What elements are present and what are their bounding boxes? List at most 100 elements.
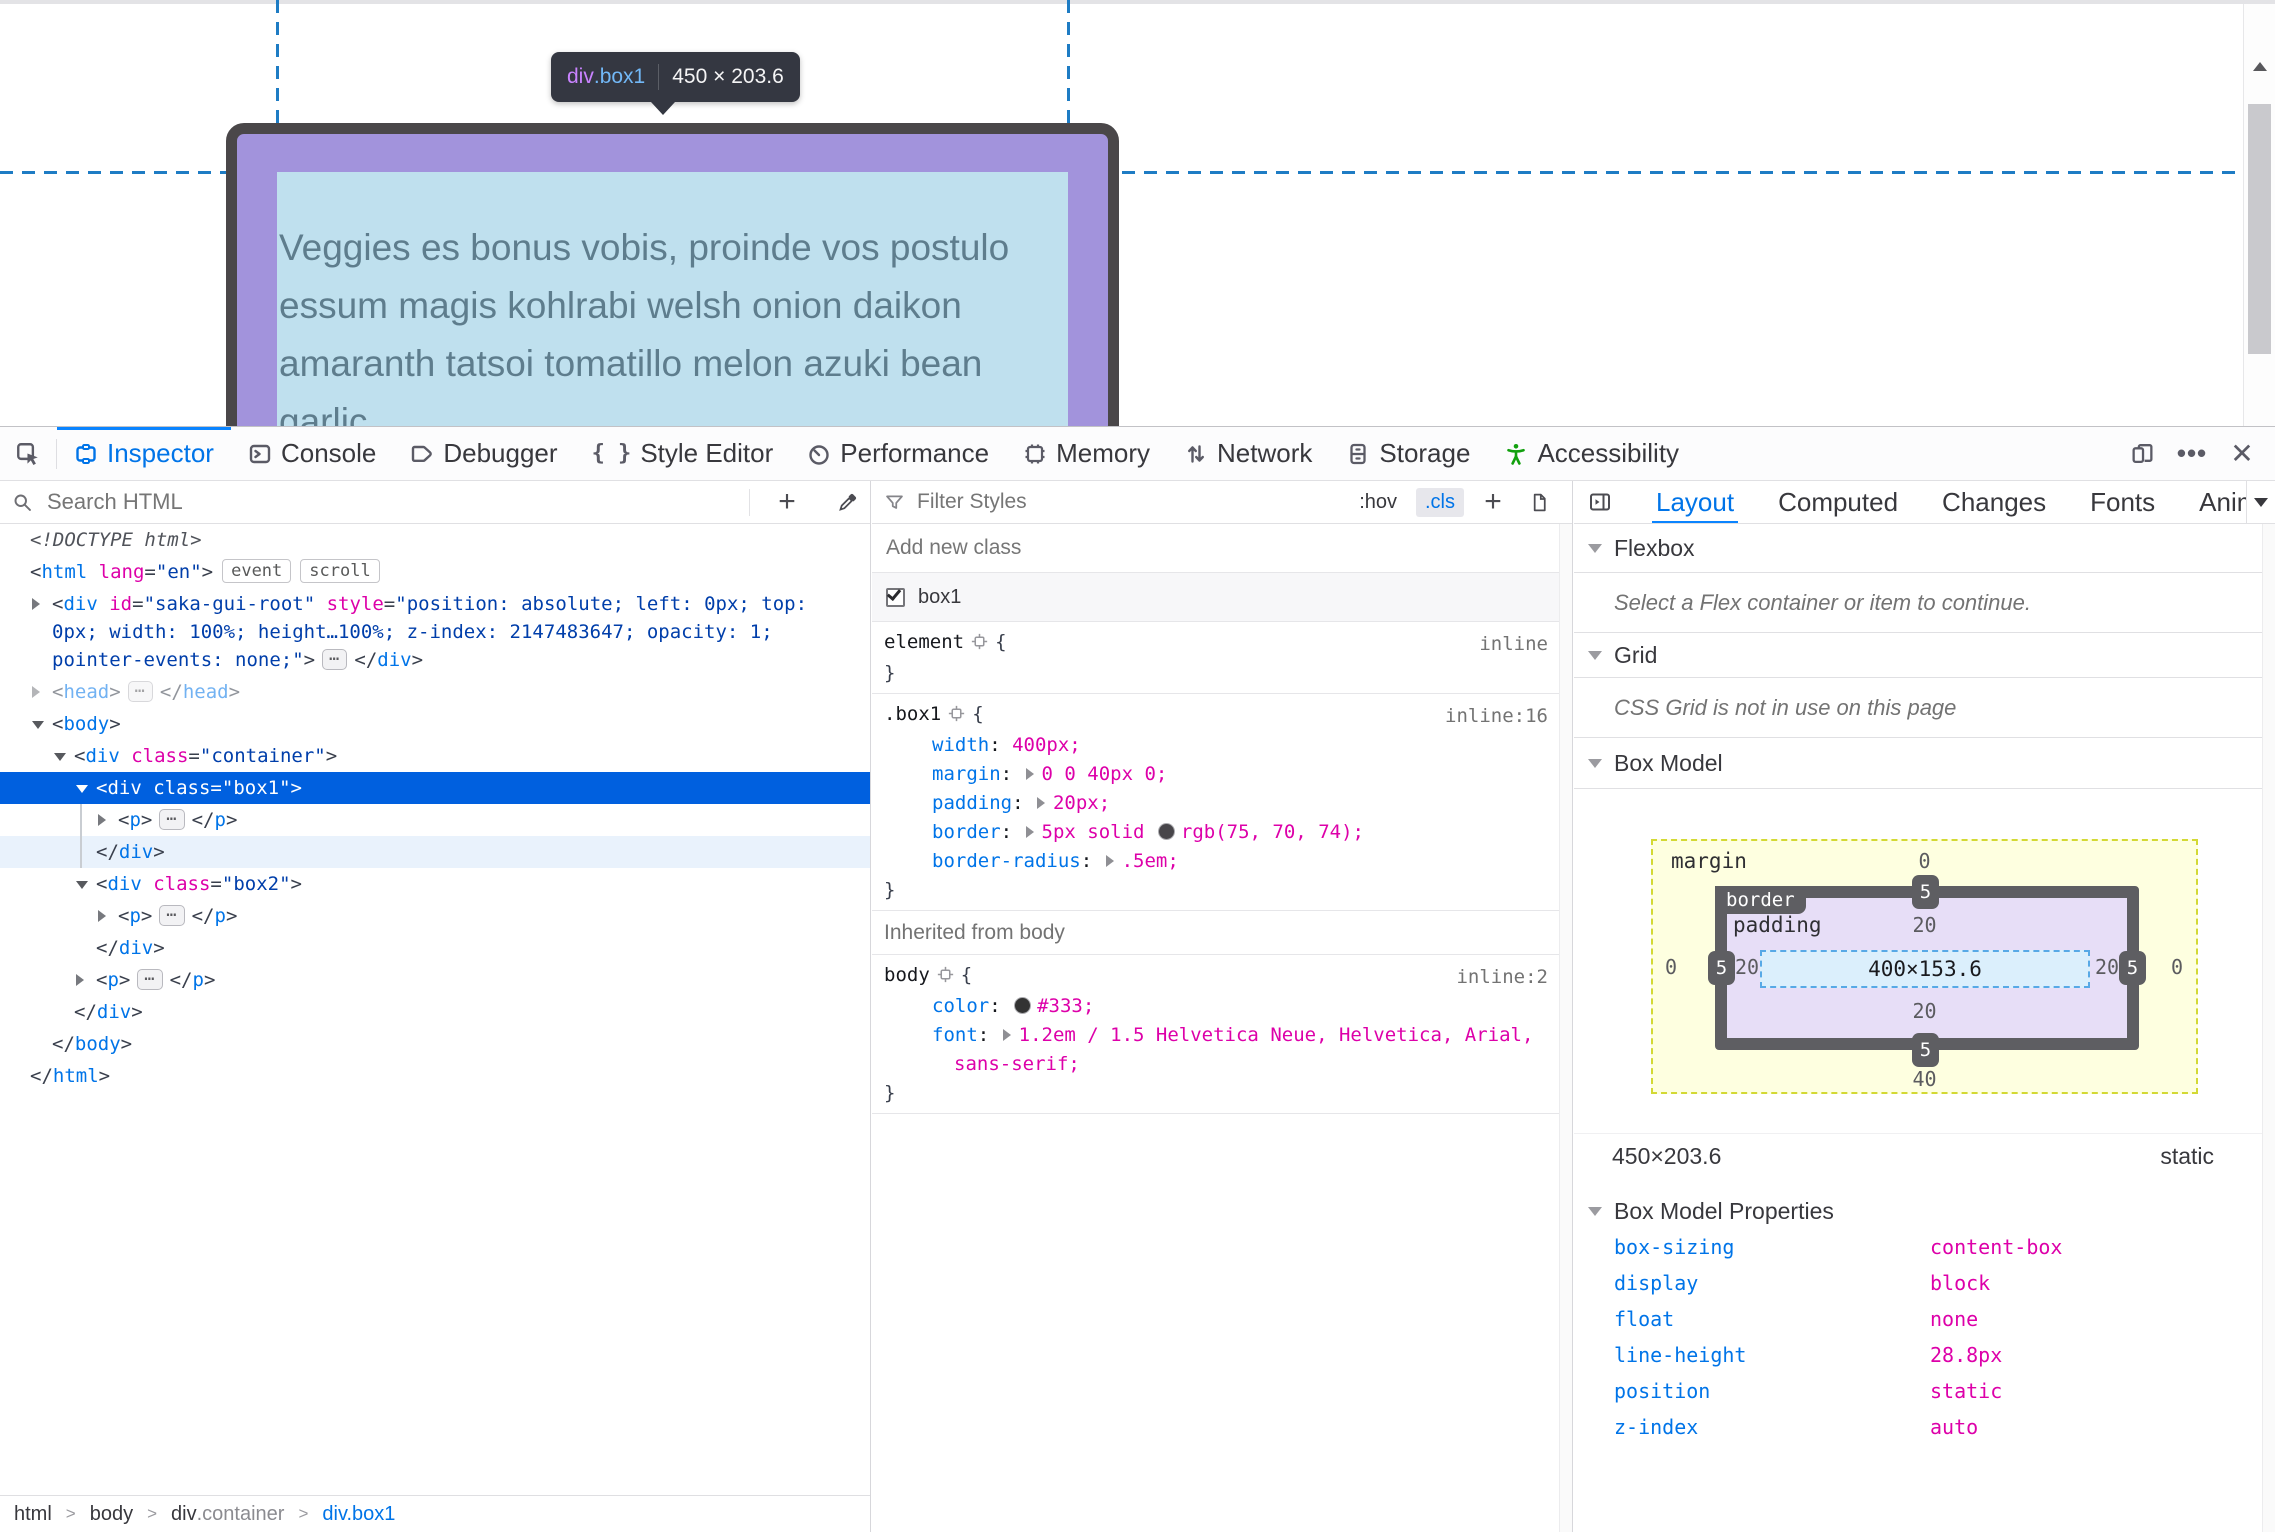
tab-network[interactable]: Network	[1167, 427, 1329, 480]
twisty-icon[interactable]	[32, 598, 40, 610]
highlight-selector-icon[interactable]	[948, 702, 965, 731]
tree-row[interactable]: <body>	[0, 708, 870, 740]
css-declaration[interactable]: font: 1.2em / 1.5 Helvetica Neue, Helvet…	[872, 1021, 1559, 1050]
breadcrumb-item[interactable]: div .container	[171, 1503, 284, 1526]
tree-row[interactable]: <div class="container">	[0, 740, 870, 772]
page-scrollbar[interactable]	[2243, 4, 2275, 426]
padding-right-value[interactable]: 20	[2095, 955, 2119, 979]
twisty-icon[interactable]	[32, 721, 44, 729]
highlight-selector-icon[interactable]	[937, 963, 954, 992]
expand-inline-button[interactable]: ⋯	[137, 969, 163, 990]
node-badge[interactable]: scroll	[300, 559, 380, 583]
box-model-margin-layer[interactable]: margin 0 0 0 40 border padding 20 20 20 …	[1651, 839, 2198, 1094]
sidebar-scrollbar-track[interactable]	[2262, 524, 2275, 1532]
margin-left-value[interactable]: 0	[1665, 955, 1677, 979]
box-model-property-row[interactable]: position static	[1574, 1373, 2262, 1409]
css-declaration[interactable]: width: 400px;	[872, 731, 1559, 760]
sidebar-tab-computed[interactable]: Computed	[1778, 481, 1898, 523]
css-declaration[interactable]: border: 5px solid rgb(75, 70, 74);	[872, 818, 1559, 847]
expand-shorthand-icon[interactable]	[1105, 855, 1114, 867]
box-model-property-row[interactable]: float none	[1574, 1301, 2262, 1337]
css-declaration[interactable]: color: #333;	[872, 992, 1559, 1021]
tree-row[interactable]: </body>	[0, 1028, 870, 1060]
tree-row-selected[interactable]: <div class="box1">	[0, 772, 870, 804]
breadcrumb-item[interactable]: div.box1	[322, 1503, 395, 1526]
tab-accessibility[interactable]: Accessibility	[1487, 427, 1696, 480]
border-bottom-value[interactable]: 5	[1912, 1033, 1939, 1067]
rule-source-link[interactable]: inline:16	[1445, 702, 1548, 731]
create-node-button[interactable]: +	[764, 485, 810, 519]
color-swatch[interactable]	[1157, 823, 1175, 840]
css-declaration[interactable]: margin: 0 0 40px 0;	[872, 760, 1559, 789]
css-declaration[interactable]: border-radius: .5em;	[872, 847, 1559, 876]
scrollbar-thumb[interactable]	[2248, 104, 2271, 354]
margin-top-value[interactable]: 0	[1653, 849, 2196, 873]
tree-row[interactable]: <p> ⋯ </p>	[0, 900, 870, 932]
tree-row[interactable]: 0px; width: 100%; height…100%; z-index: …	[0, 620, 870, 648]
rule-selector[interactable]: element	[884, 631, 964, 653]
markup-search-bar[interactable]: Search HTML +	[0, 481, 870, 524]
box-model-property-row[interactable]: display block	[1574, 1265, 2262, 1301]
rule-selector[interactable]: .box1	[884, 703, 941, 725]
twisty-icon[interactable]	[76, 785, 88, 793]
tree-row[interactable]: <p> ⋯ </p>	[0, 804, 870, 836]
tree-row[interactable]: <head> ⋯ </head>	[0, 676, 870, 708]
padding-left-value[interactable]: 20	[1735, 955, 1759, 979]
expand-shorthand-icon[interactable]	[1025, 768, 1034, 780]
expand-inline-button[interactable]: ⋯	[159, 905, 185, 926]
node-badge[interactable]: event	[222, 559, 292, 583]
tab-console[interactable]: Console	[231, 427, 393, 480]
sidebar-tab-changes[interactable]: Changes	[1942, 481, 2046, 523]
flexbox-section-header[interactable]: Flexbox	[1574, 524, 2262, 573]
grid-section-header[interactable]: Grid	[1574, 633, 2262, 678]
scroll-up-arrow-icon[interactable]	[2253, 62, 2267, 71]
tree-row[interactable]: </html>	[0, 1060, 870, 1092]
sidebar-tab-layout[interactable]: Layout	[1651, 481, 1739, 523]
twisty-icon[interactable]	[32, 686, 40, 698]
border-right-value[interactable]: 5	[2119, 951, 2146, 985]
rule-selector[interactable]: body	[884, 964, 930, 986]
close-devtools-button[interactable]: ✕	[2217, 437, 2267, 470]
expand-inline-button[interactable]: ⋯	[159, 809, 185, 830]
twisty-icon[interactable]	[54, 753, 66, 761]
filter-styles-input[interactable]: Filter Styles	[917, 490, 1027, 514]
tab-inspector[interactable]: Inspector	[57, 427, 231, 480]
twisty-icon[interactable]	[76, 974, 84, 986]
expand-sidebar-button[interactable]	[1588, 490, 1612, 514]
search-input[interactable]: Search HTML	[47, 489, 183, 515]
toggle-pseudo-classes-button[interactable]: :hov	[1352, 488, 1404, 517]
highlight-selector-icon[interactable]	[971, 630, 988, 659]
tree-row[interactable]: <!DOCTYPE html>	[0, 524, 870, 556]
tab-storage[interactable]: Storage	[1329, 427, 1487, 480]
responsive-design-mode-button[interactable]	[2117, 441, 2167, 466]
tree-row[interactable]: </div>	[0, 932, 870, 964]
tab-debugger[interactable]: Debugger	[393, 427, 574, 480]
margin-bottom-value[interactable]: 40	[1653, 1067, 2196, 1091]
tree-row[interactable]: </div>	[0, 836, 870, 868]
expand-shorthand-icon[interactable]	[1025, 826, 1034, 838]
add-class-row[interactable]: Add new class	[872, 524, 1559, 573]
tree-row[interactable]: <html lang="en"> event scroll	[0, 556, 870, 588]
box-model-section-header[interactable]: Box Model	[1574, 738, 2262, 789]
add-rule-button[interactable]: +	[1476, 485, 1510, 519]
breadcrumb-item[interactable]: html	[14, 1503, 52, 1526]
padding-bottom-value[interactable]: 20	[1653, 999, 2196, 1023]
css-declaration[interactable]: padding: 20px;	[872, 789, 1559, 818]
expand-shorthand-icon[interactable]	[1036, 797, 1045, 809]
border-left-value[interactable]: 5	[1708, 951, 1735, 985]
tab-style-editor[interactable]: { } Style Editor	[575, 427, 791, 480]
color-swatch[interactable]	[1014, 997, 1032, 1014]
twisty-icon[interactable]	[76, 881, 88, 889]
sidebar-tab-fonts[interactable]: Fonts	[2090, 481, 2155, 523]
expand-inline-button[interactable]: ⋯	[322, 649, 348, 670]
box-model-property-row[interactable]: box-sizing content-box	[1574, 1229, 2262, 1265]
pick-element-button[interactable]	[0, 427, 56, 480]
rules-scrollbar-track[interactable]	[1559, 524, 1572, 1532]
twisty-icon[interactable]	[98, 910, 106, 922]
tree-row[interactable]: <div class="box2">	[0, 868, 870, 900]
devtools-menu-button[interactable]: •••	[2167, 438, 2217, 469]
margin-right-value[interactable]: 0	[2171, 955, 2183, 979]
tree-row[interactable]: pointer-events: none;"> ⋯ </div>	[0, 648, 870, 676]
tab-memory[interactable]: Memory	[1006, 427, 1167, 480]
expand-inline-button[interactable]: ⋯	[127, 681, 153, 702]
